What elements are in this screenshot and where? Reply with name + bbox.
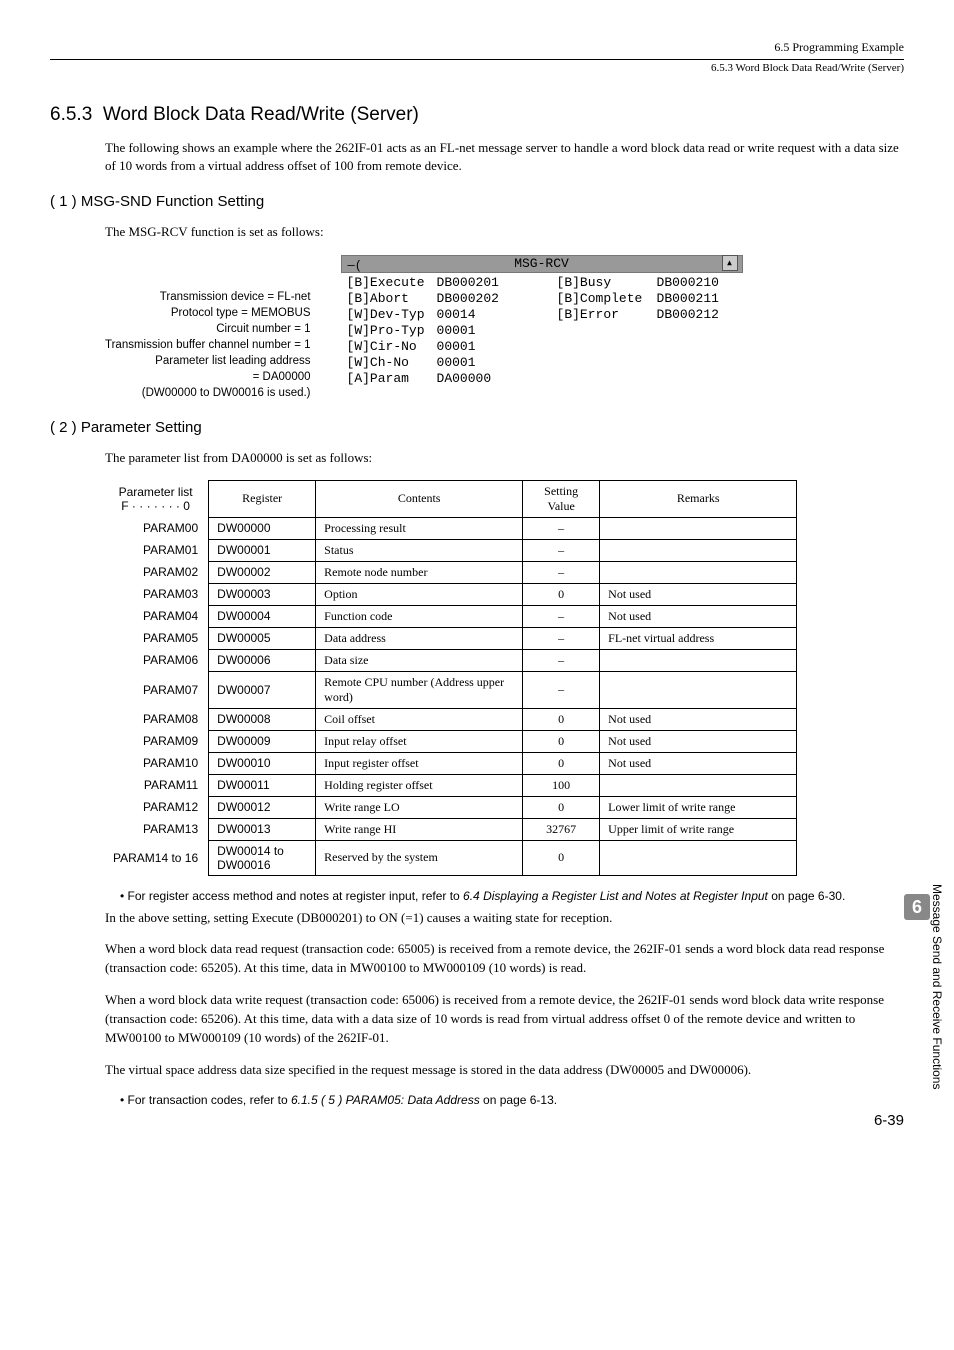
th-paramlist-bot: F · · · · · · · 0	[121, 499, 190, 513]
cell-l0v: DB000201	[437, 275, 517, 291]
table-row: PARAM08DW00008Coil offset0Not used	[105, 708, 797, 730]
msgrcv-titlebar: ─( MSG-RCV ▴	[341, 255, 743, 273]
table-row: PARAM03DW00003Option0Not used	[105, 583, 797, 605]
note2-post: on page 6-13.	[480, 1093, 557, 1107]
side-tab-label: Message Send and Receive Functions	[930, 884, 944, 1089]
cell-r0v: DB000210	[657, 275, 737, 291]
cell-l5v: 00001	[437, 355, 517, 371]
table-row: PARAM09DW00009Input relay offset0Not use…	[105, 730, 797, 752]
note1-pre: For register access method and notes at …	[128, 889, 464, 903]
section-name: Word Block Data Read/Write (Server)	[103, 104, 419, 125]
table-row: PARAM12DW00012Write range LO0Lower limit…	[105, 796, 797, 818]
cell-r1v: DB000211	[657, 291, 737, 307]
cell-r2v: DB000212	[657, 307, 737, 323]
cell-l2k: [W]Dev-Typ	[347, 307, 437, 323]
sub1-intro: The MSG-RCV function is set as follows:	[105, 223, 904, 241]
cell-l3k: [W]Pro-Typ	[347, 323, 437, 339]
table-row: PARAM14 to 16DW00014 to DW00016Reserved …	[105, 840, 797, 875]
cell-l6k: [A]Param	[347, 371, 437, 387]
cell-l4k: [W]Cir-No	[347, 339, 437, 355]
cell-l0k: [B]Execute	[347, 275, 437, 291]
label-paramaddr-value: = DA00000	[105, 369, 311, 385]
table-row: PARAM06DW00006Data size–	[105, 649, 797, 671]
sub2-intro: The parameter list from DA00000 is set a…	[105, 449, 904, 467]
section-intro: The following shows an example where the…	[105, 139, 904, 175]
table-row: PARAM11DW00011Holding register offset100	[105, 774, 797, 796]
explain-para4: The virtual space address data size spec…	[105, 1061, 904, 1080]
subsection-2-heading: ( 2 ) Parameter Setting	[50, 419, 904, 436]
msgrcv-left-labels: Transmission device = FL-net Protocol ty…	[105, 255, 341, 369]
table-row: PARAM04DW00004Function code–Not used	[105, 605, 797, 627]
cell-l6v: DA00000	[437, 371, 517, 387]
page-number: 6-39	[874, 1112, 904, 1129]
header-subsection: 6.5.3 Word Block Data Read/Write (Server…	[50, 62, 904, 74]
titlebar-up-icon: ▴	[722, 255, 738, 271]
th-register: Register	[209, 480, 316, 517]
th-paramlist-top: Parameter list	[119, 485, 193, 499]
note1-post: on page 6-30.	[768, 889, 845, 903]
table-row: PARAM00DW00000Processing result–	[105, 517, 797, 539]
label-dwrange: (DW00000 to DW00016 is used.)	[105, 385, 311, 401]
msgrcv-title: MSG-RCV	[514, 256, 569, 271]
table-row: PARAM07DW00007Remote CPU number (Address…	[105, 671, 797, 708]
msgrcv-diagram: Transmission device = FL-net Protocol ty…	[105, 255, 904, 401]
cell-r1k: [B]Complete	[557, 291, 657, 307]
section-number: 6.5.3	[50, 104, 92, 125]
table-row: PARAM13DW00013Write range HI32767Upper l…	[105, 818, 797, 840]
label-protocol: Protocol type = MEMOBUS	[105, 305, 311, 321]
note2-ref: 6.1.5 ( 5 ) PARAM05: Data Address	[291, 1093, 480, 1107]
parameter-table: Parameter list F · · · · · · · 0 Registe…	[105, 480, 797, 876]
header-section: 6.5 Programming Example	[50, 40, 904, 55]
label-devtype: Transmission device = FL-net	[105, 289, 311, 305]
explain-para3: When a word block data write request (tr…	[105, 991, 904, 1048]
th-setting-top: Setting	[544, 484, 578, 498]
table-row: PARAM01DW00001Status–	[105, 539, 797, 561]
note1-ref: 6.4 Displaying a Register List and Notes…	[463, 889, 768, 903]
cell-l3v: 00001	[437, 323, 517, 339]
label-channel: Transmission buffer channel number = 1	[105, 337, 311, 353]
section-title: 6.5.3 Word Block Data Read/Write (Server…	[50, 104, 904, 126]
th-remarks: Remarks	[600, 480, 797, 517]
explain-para1: In the above setting, setting Execute (D…	[105, 909, 904, 928]
cell-l4v: 00001	[437, 339, 517, 355]
cell-l2v: 00014	[437, 307, 517, 323]
subsection-1-heading: ( 1 ) MSG-SND Function Setting	[50, 193, 904, 210]
msgrcv-box: ─( MSG-RCV ▴ [B]ExecuteDB000201[B]BusyDB…	[341, 255, 743, 391]
header-rule	[50, 59, 904, 60]
msgrcv-grid: [B]ExecuteDB000201 [B]BusyDB000210 [B]Abo…	[341, 273, 743, 391]
note2-pre: For transaction codes, refer to	[128, 1093, 291, 1107]
cell-r0k: [B]Busy	[557, 275, 657, 291]
side-tab-chapter: 6	[904, 894, 930, 920]
th-setting-bot: Value	[547, 499, 574, 513]
th-contents: Contents	[316, 480, 523, 517]
table-row: PARAM05DW00005Data address–FL-net virtua…	[105, 627, 797, 649]
titlebar-lines-icon: ─(	[348, 258, 362, 274]
cell-l1v: DB000202	[437, 291, 517, 307]
table-row: PARAM10DW00010Input register offset0Not …	[105, 752, 797, 774]
cell-r2k: [B]Error	[557, 307, 657, 323]
note-2: • For transaction codes, refer to 6.1.5 …	[120, 1092, 904, 1109]
label-circuit: Circuit number = 1	[105, 321, 311, 337]
cell-l5k: [W]Ch-No	[347, 355, 437, 371]
cell-l1k: [B]Abort	[347, 291, 437, 307]
explain-para2: When a word block data read request (tra…	[105, 940, 904, 978]
note-1: • For register access method and notes a…	[120, 888, 904, 905]
label-paramaddr: Parameter list leading address	[105, 353, 311, 369]
side-tab: Message Send and Receive Functions 6	[904, 884, 944, 1089]
table-row: PARAM02DW00002Remote node number–	[105, 561, 797, 583]
